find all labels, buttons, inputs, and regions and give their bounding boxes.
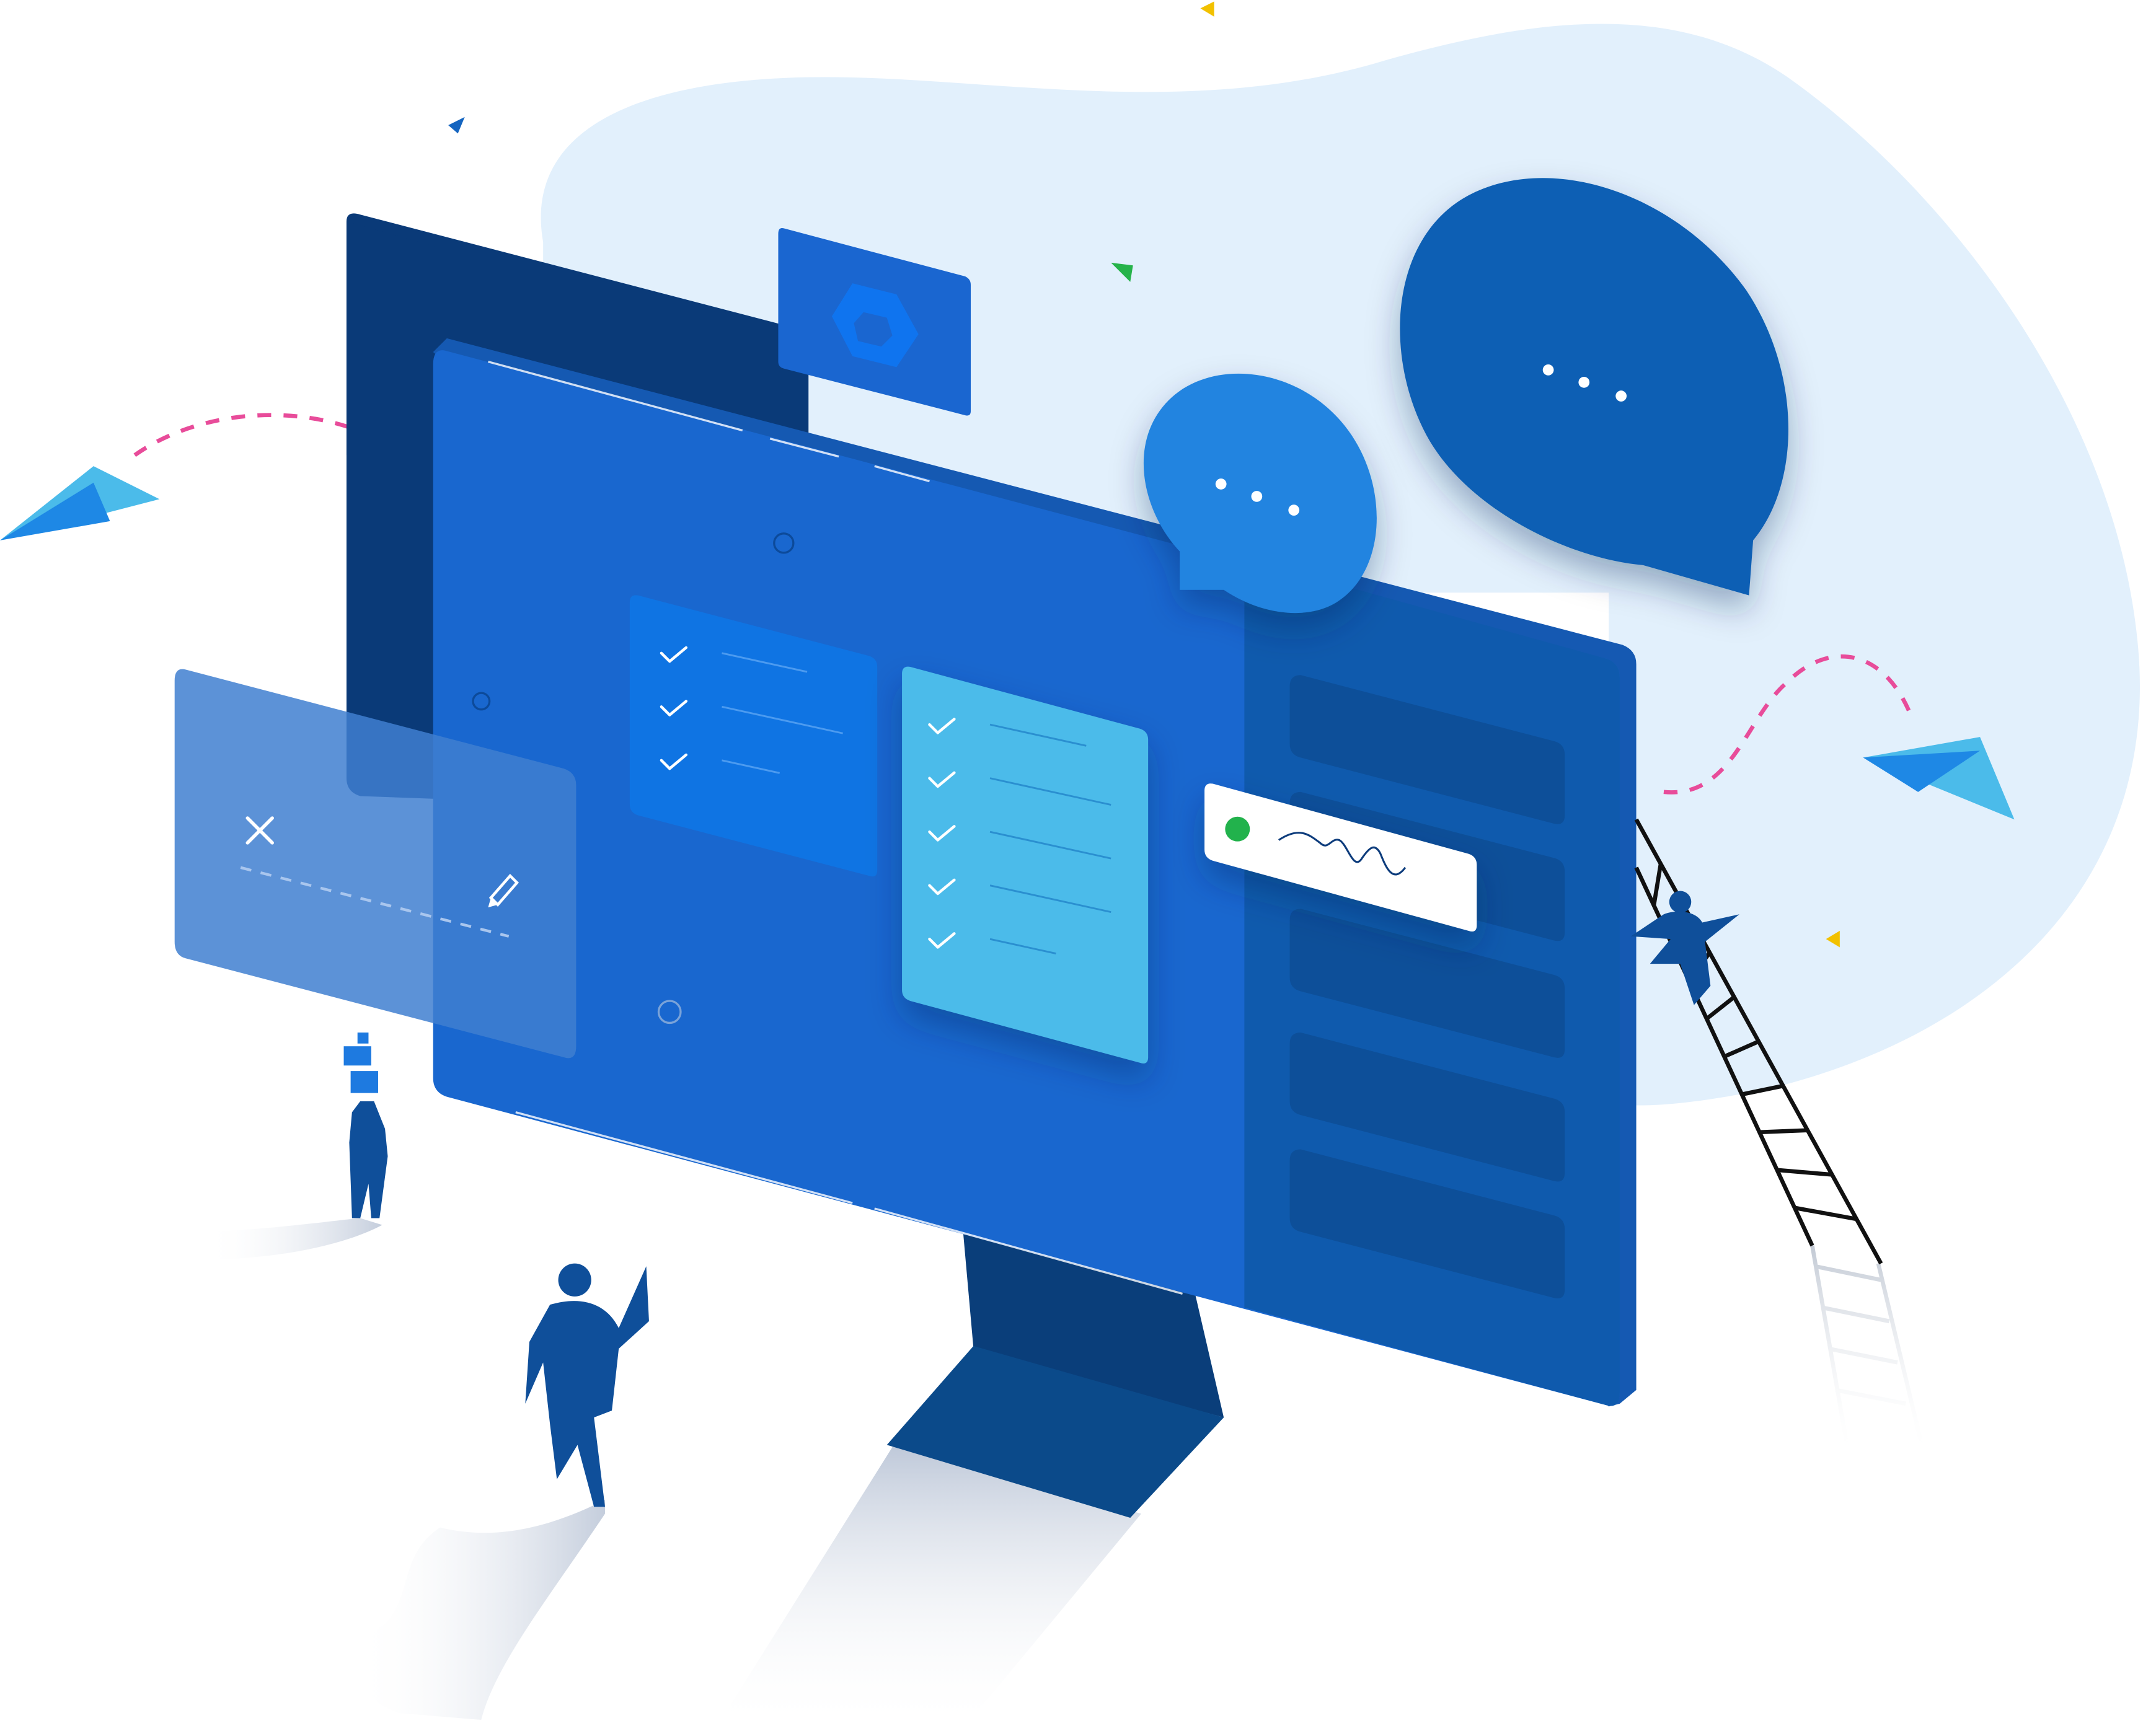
ladder-rung (1794, 1205, 1857, 1222)
confetti (448, 117, 465, 134)
person-holding-blocks (343, 1033, 388, 1218)
illustration (0, 1, 2140, 1730)
paper-plane-icon (0, 466, 160, 540)
status-dot-icon (1225, 816, 1250, 842)
dashed-flight-path-left (133, 413, 369, 457)
ladder-rung (1759, 1128, 1808, 1135)
ladder-reflection (1810, 1245, 1927, 1460)
checklist-card-right (902, 666, 1149, 1064)
confetti (1200, 1, 1214, 17)
monitor-frame-left (346, 221, 435, 799)
person-pointing (525, 1263, 649, 1507)
small-person-shadow (206, 1218, 382, 1259)
ladder-rung (1777, 1168, 1832, 1177)
person-shadow (355, 1500, 605, 1720)
